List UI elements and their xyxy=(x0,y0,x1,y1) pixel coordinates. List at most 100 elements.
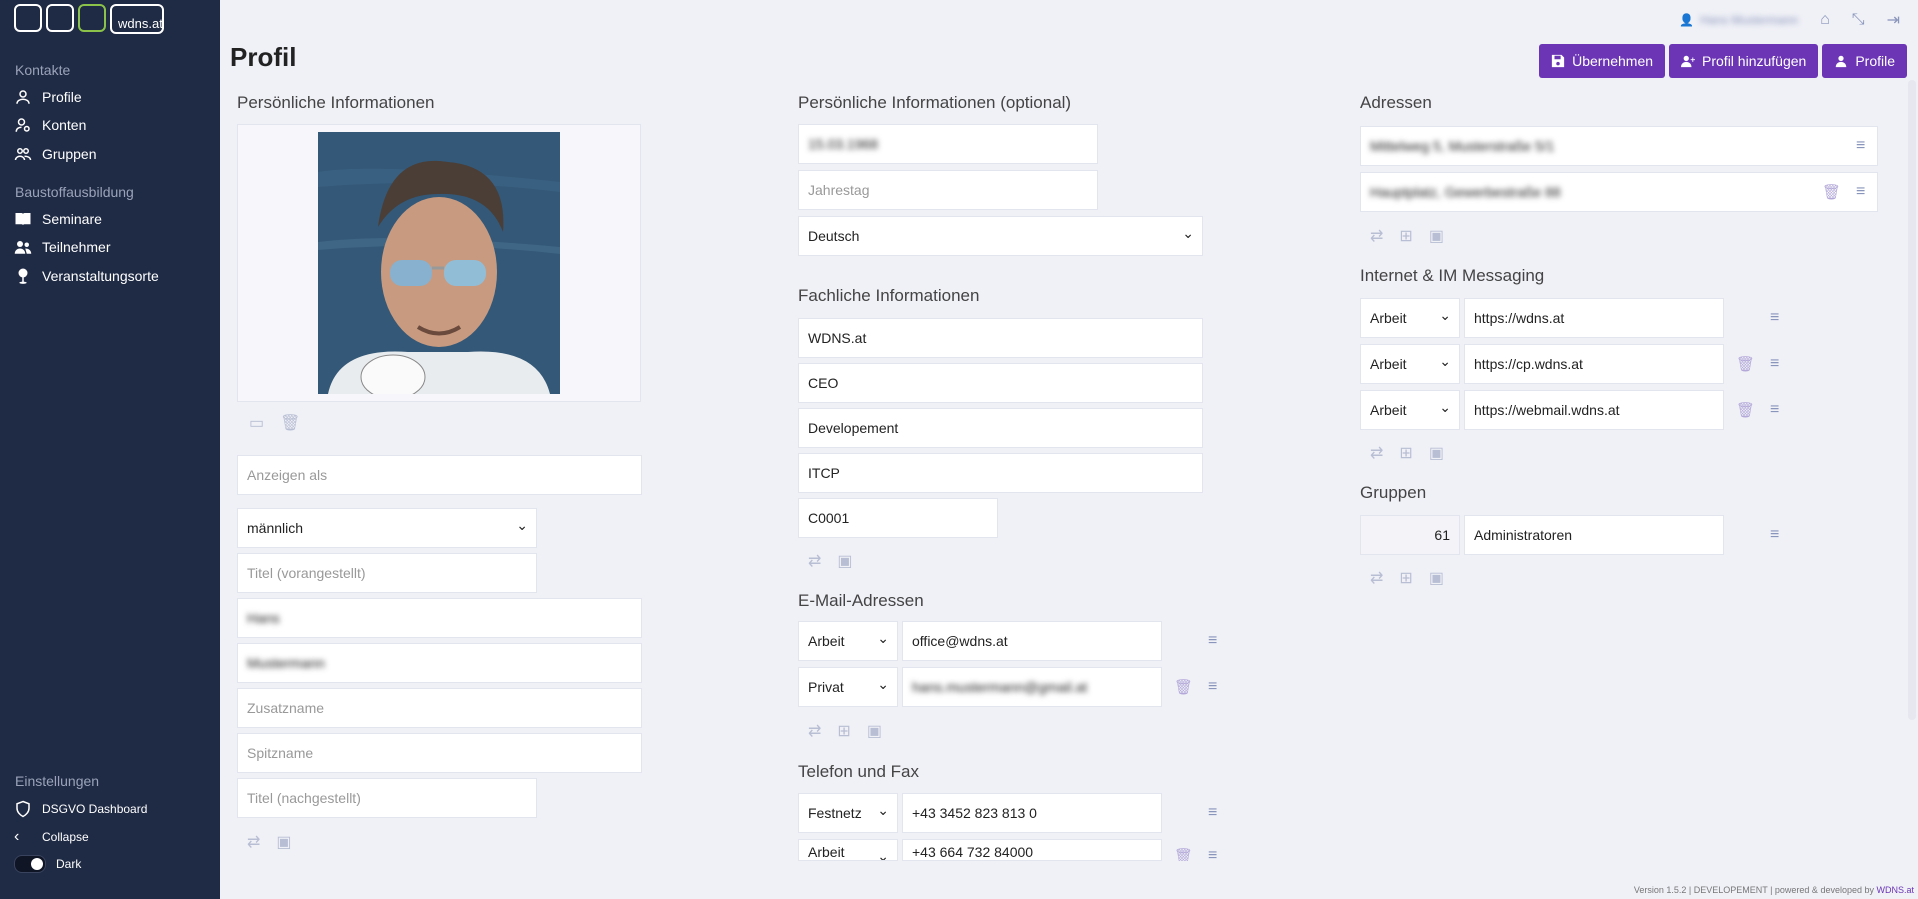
position-input[interactable]: CEO xyxy=(798,363,1203,403)
sync-icon[interactable]: ⇄ xyxy=(1370,226,1383,246)
sync-icon[interactable]: ⇄ xyxy=(247,832,260,852)
section-title-optional: Persönliche Informationen (optional) xyxy=(798,93,1072,112)
user-icon: 👤 xyxy=(1679,13,1695,27)
save-icon[interactable]: ▣ xyxy=(1429,226,1444,246)
drag-handle-icon[interactable]: ≡ xyxy=(1208,678,1217,696)
company-input[interactable]: WDNS.at xyxy=(798,318,1203,358)
code-input[interactable]: C0001 xyxy=(798,498,998,538)
additional-name-input[interactable]: Zusatzname xyxy=(237,688,642,728)
trash-icon[interactable]: 🗑 xyxy=(1736,355,1755,373)
dark-mode-toggle[interactable]: Dark xyxy=(14,855,81,873)
drag-handle-icon[interactable]: ≡ xyxy=(1770,309,1779,327)
birthday-input[interactable]: 15.03.1968 xyxy=(798,124,1098,164)
email-type-select[interactable]: Privat xyxy=(798,667,898,707)
url-input[interactable]: https://wdns.at xyxy=(1464,298,1724,338)
department-input[interactable]: Developement xyxy=(798,408,1203,448)
sidebar-item-profile[interactable]: Profile xyxy=(14,88,82,106)
trash-icon[interactable]: 🗑 xyxy=(280,413,300,433)
trash-icon[interactable]: 🗑 xyxy=(1822,183,1841,201)
save-icon[interactable]: ▣ xyxy=(276,832,291,852)
url-type-select[interactable]: Arbeit xyxy=(1360,344,1460,384)
profile-photo[interactable] xyxy=(318,132,560,394)
url-input[interactable]: https://cp.wdns.at xyxy=(1464,344,1724,384)
address-row[interactable]: Mittelweg 5, Musterstraße 5/1 xyxy=(1360,126,1878,166)
drag-handle-icon[interactable]: ≡ xyxy=(1770,526,1779,544)
logo-box xyxy=(46,4,74,32)
save-icon[interactable]: ▣ xyxy=(867,721,882,741)
add-icon[interactable]: ⊞ xyxy=(1399,226,1412,246)
display-as-input[interactable]: Anzeigen als xyxy=(237,455,642,495)
email-type-select[interactable]: Arbeit xyxy=(798,621,898,661)
save-icon[interactable]: ▣ xyxy=(1429,443,1444,463)
home-icon[interactable]: ⌂ xyxy=(1820,11,1830,29)
user-icon xyxy=(16,90,30,104)
trash-icon[interactable]: 🗑 xyxy=(1174,678,1193,696)
image-icon[interactable]: ▭ xyxy=(249,413,264,433)
drag-handle-icon[interactable]: ≡ xyxy=(1208,632,1217,650)
add-profile-button[interactable]: Profil hinzufügen xyxy=(1669,44,1819,78)
sync-icon[interactable]: ⇄ xyxy=(1370,568,1383,588)
trash-icon[interactable]: 🗑 xyxy=(1736,401,1755,419)
user-icon xyxy=(1836,55,1847,68)
email-input[interactable]: hans.mustermann@gmail.at xyxy=(902,667,1162,707)
internet-actions: ⇄ ⊞ ▣ xyxy=(1370,443,1444,463)
sidebar-item-venues[interactable]: Veranstaltungsorte xyxy=(14,267,159,285)
apply-button[interactable]: Übernehmen xyxy=(1539,44,1666,78)
add-icon[interactable]: ⊞ xyxy=(837,721,850,741)
url-input[interactable]: https://webmail.wdns.at xyxy=(1464,390,1724,430)
logo[interactable]: wdns.at xyxy=(14,4,164,36)
first-name-input[interactable]: Hans xyxy=(237,598,642,638)
sidebar-collapse[interactable]: ‹ Collapse xyxy=(14,828,89,846)
page-title: Profil xyxy=(230,42,297,72)
title-prefix-input[interactable]: Titel (vorangestellt) xyxy=(237,553,537,593)
sidebar-item-dsgvo[interactable]: DSGVO Dashboard xyxy=(14,800,147,818)
last-name-value: Mustermann xyxy=(247,655,325,671)
section-title-internet: Internet & IM Messaging xyxy=(1360,266,1545,285)
anniversary-input[interactable]: Jahrestag xyxy=(798,170,1098,210)
users-icon xyxy=(14,241,32,254)
scrollbar[interactable] xyxy=(1908,80,1916,720)
phone-type-select[interactable]: Arbeit xyxy=(798,839,898,861)
phone-type-select[interactable]: Festnetz xyxy=(798,793,898,833)
sync-icon[interactable]: ⇄ xyxy=(1370,443,1383,463)
address-row[interactable]: Hauptplatz, Gewerbestraße 88 xyxy=(1360,172,1878,212)
save-icon[interactable]: ▣ xyxy=(837,551,852,571)
drag-handle-icon[interactable]: ≡ xyxy=(1856,137,1865,155)
phone-input[interactable]: +43 3452 823 813 0 xyxy=(902,793,1162,833)
trash-icon[interactable]: 🗑 xyxy=(1174,847,1193,861)
nickname-input[interactable]: Spitzname xyxy=(237,733,642,773)
address-actions: ⇄ ⊞ ▣ xyxy=(1370,226,1444,246)
email-input[interactable]: office@wdns.at xyxy=(902,621,1162,661)
drag-handle-icon[interactable]: ≡ xyxy=(1770,355,1779,373)
logout-icon[interactable]: ⇥ xyxy=(1887,10,1900,30)
last-name-input[interactable]: Mustermann xyxy=(237,643,642,683)
title-suffix-input[interactable]: Titel (nachgestellt) xyxy=(237,778,537,818)
sidebar-item-seminars[interactable]: Seminare xyxy=(14,210,102,228)
sidebar-item-groups[interactable]: Gruppen xyxy=(14,145,96,163)
add-icon[interactable]: ⊞ xyxy=(1399,568,1412,588)
sidebar-item-participants[interactable]: Teilnehmer xyxy=(14,238,110,256)
phone-input[interactable]: +43 664 732 84000 xyxy=(902,839,1162,861)
drag-handle-icon[interactable]: ≡ xyxy=(1856,183,1865,201)
gender-select[interactable]: männlich xyxy=(237,508,537,548)
compress-icon[interactable]: ⤡ xyxy=(1852,11,1865,29)
url-type-select[interactable]: Arbeit xyxy=(1360,298,1460,338)
language-select[interactable]: Deutsch xyxy=(798,216,1203,256)
sync-icon[interactable]: ⇄ xyxy=(808,551,821,571)
add-icon[interactable]: ⊞ xyxy=(1399,443,1412,463)
sync-icon[interactable]: ⇄ xyxy=(808,721,821,741)
drag-handle-icon[interactable]: ≡ xyxy=(1208,847,1217,861)
save-icon[interactable]: ▣ xyxy=(1429,568,1444,588)
sidebar-section-contacts: Kontakte xyxy=(15,62,71,78)
toggle-switch[interactable] xyxy=(14,855,46,873)
profiles-button[interactable]: Profile xyxy=(1822,44,1907,78)
sidebar-item-accounts[interactable]: Konten xyxy=(14,116,86,134)
drag-handle-icon[interactable]: ≡ xyxy=(1770,401,1779,419)
current-user[interactable]: 👤 Hans Mustermann xyxy=(1679,13,1798,27)
office-input[interactable]: ITCP xyxy=(798,453,1203,493)
drag-handle-icon[interactable]: ≡ xyxy=(1208,804,1217,822)
footer-brand-link[interactable]: WDNS.at xyxy=(1876,885,1914,895)
url-type-select[interactable]: Arbeit xyxy=(1360,390,1460,430)
group-name[interactable]: Administratoren xyxy=(1464,515,1724,555)
sidebar-section-settings: Einstellungen xyxy=(15,773,100,789)
